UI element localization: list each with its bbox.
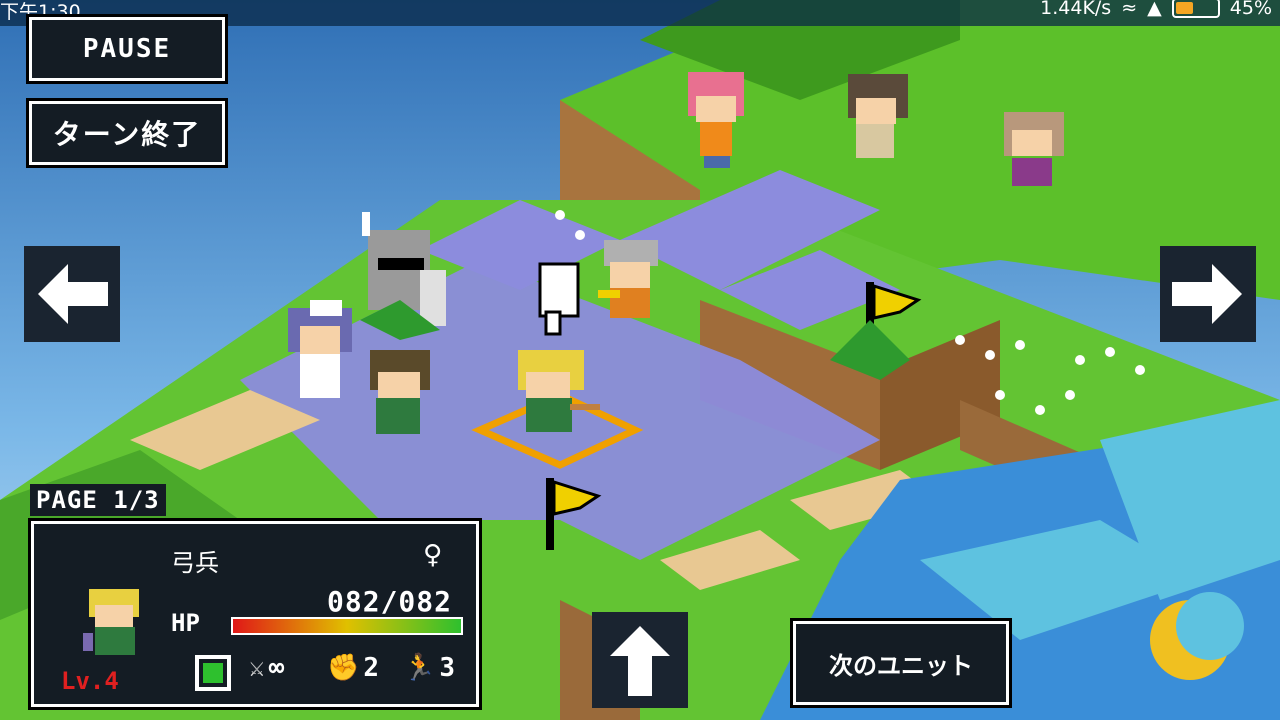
next-unit-button[interactable]: 次のユニット (790, 618, 1012, 708)
pause-button[interactable]: PAUSE (26, 14, 228, 84)
unit-class: 弓兵 (171, 549, 219, 577)
sword-icon: ⚔ (249, 653, 265, 683)
unit-level: Lv.4 (61, 667, 119, 695)
signal-icon: ▲ (1147, 0, 1162, 19)
arrow-up-icon (610, 626, 670, 696)
network-speed: 1.44K/s (1040, 0, 1112, 19)
arrow-left-icon (38, 264, 108, 324)
unit-info-panel: 弓兵 ♀ 082/082 HP Lv.4 ⚔ ∞ ✊ 2 🏃 3 (28, 518, 482, 710)
move-value: 3 (439, 653, 456, 683)
arrow-right-icon (1172, 264, 1242, 324)
gender-icon: ♀ (423, 535, 443, 573)
attack-stat: ✊ 2 (327, 653, 379, 683)
scroll-right-button[interactable] (1160, 246, 1256, 342)
fist-icon: ✊ (327, 653, 360, 683)
wifi-icon: ≈ (1121, 0, 1138, 19)
attack-value: 2 (363, 653, 380, 683)
terrain-stat (193, 653, 233, 693)
hp-value: 082/082 (327, 585, 453, 618)
hp-label: HP (171, 609, 200, 637)
hp-bar (231, 617, 463, 635)
scroll-up-button[interactable] (592, 612, 688, 708)
grass-terrain-icon (195, 655, 231, 691)
battery-icon (1171, 0, 1220, 18)
range-stat: ⚔ ∞ (249, 653, 284, 683)
hp-bar-fill (233, 619, 461, 633)
end-turn-button[interactable]: ターン終了 (26, 98, 228, 168)
scroll-left-button[interactable] (24, 246, 120, 342)
runner-icon: 🏃 (403, 653, 436, 683)
move-stat: 🏃 3 (403, 653, 455, 683)
page-indicator[interactable]: PAGE 1/3 (30, 484, 166, 516)
unit-portrait (83, 589, 139, 655)
battery-percent: 45% (1229, 0, 1272, 19)
range-value: ∞ (268, 653, 285, 683)
